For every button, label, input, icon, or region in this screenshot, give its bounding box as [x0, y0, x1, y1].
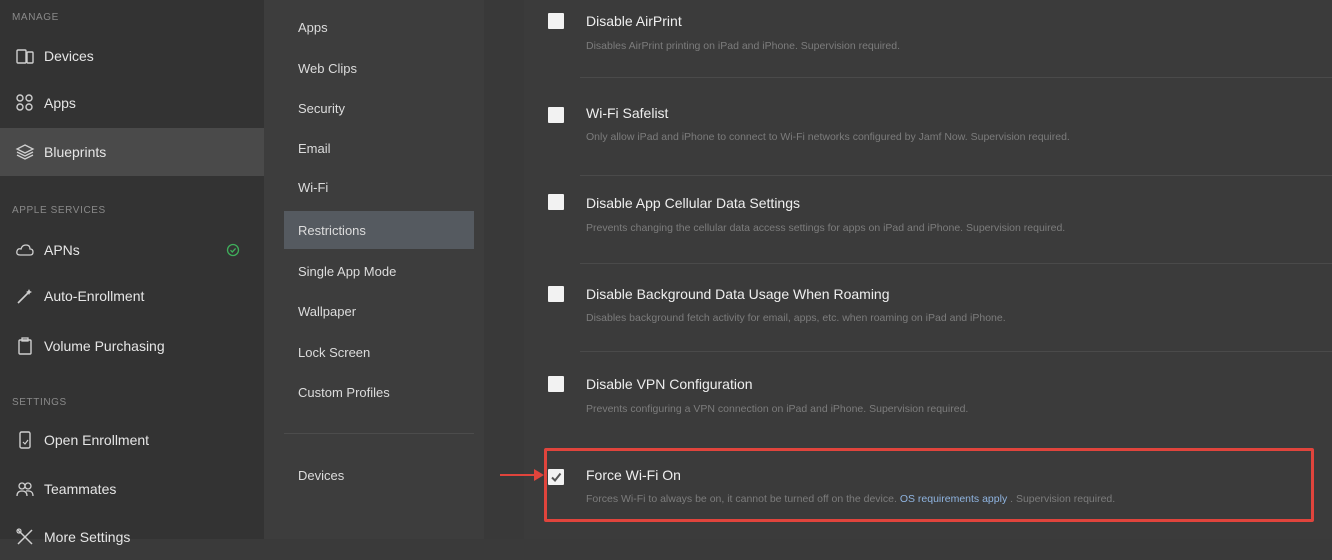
- sidebar-item-volume-purchasing[interactable]: Volume Purchasing: [0, 323, 264, 369]
- sidebar-item-label: Open Enrollment: [44, 432, 150, 448]
- content-gutter: [484, 0, 524, 539]
- phone-enroll-icon: [14, 429, 36, 451]
- sidebar-item-apps[interactable]: Apps: [0, 80, 264, 126]
- setting-title: Disable Background Data Usage When Roami…: [586, 286, 890, 302]
- section-label-settings: SETTINGS: [12, 397, 67, 408]
- subnav-item-wifi[interactable]: Wi-Fi: [284, 168, 474, 206]
- section-label-manage: MANAGE: [12, 12, 59, 23]
- subnav-item-wallpaper[interactable]: Wallpaper: [284, 292, 474, 330]
- subnav-item-custom-profiles[interactable]: Custom Profiles: [284, 373, 474, 411]
- devices-icon: [14, 45, 36, 67]
- checkbox[interactable]: [548, 376, 564, 392]
- subnav-item-web-clips[interactable]: Web Clips: [284, 49, 474, 87]
- sidebar-item-devices[interactable]: Devices: [0, 33, 264, 79]
- setting-title: Disable App Cellular Data Settings: [586, 195, 801, 211]
- sidebar-item-label: More Settings: [44, 529, 131, 545]
- sidebar-item-apns[interactable]: APNs: [0, 227, 264, 273]
- sidebar-item-teammates[interactable]: Teammates: [0, 466, 264, 512]
- magic-wand-icon: [14, 285, 36, 307]
- setting-row-disable-app-cellular: Disable App Cellular Data Settings Preve…: [524, 176, 1332, 264]
- subnav-item-apps[interactable]: Apps: [284, 8, 474, 46]
- setting-description: Prevents changing the cellular data acce…: [586, 222, 1066, 234]
- subnav-item-security[interactable]: Security: [284, 89, 474, 127]
- sidebar-item-label: Blueprints: [44, 144, 107, 160]
- layers-icon: [14, 141, 36, 163]
- tools-icon: [14, 526, 36, 548]
- main-sidebar: MANAGE Devices Apps Blueprints APPLE SER…: [0, 0, 264, 545]
- cloud-icon: [14, 239, 36, 261]
- sidebar-item-auto-enrollment[interactable]: Auto-Enrollment: [0, 273, 264, 319]
- checkbox[interactable]: [548, 194, 564, 210]
- section-label-apple-services: APPLE SERVICES: [12, 205, 106, 216]
- subnav-item-email[interactable]: Email: [284, 129, 474, 167]
- setting-description: Disables background fetch activity for e…: [586, 312, 1006, 324]
- sidebar-item-more-settings[interactable]: More Settings: [0, 514, 264, 560]
- setting-description: Prevents configuring a VPN connection on…: [586, 403, 969, 415]
- checkbox[interactable]: [548, 286, 564, 302]
- sidebar-item-open-enrollment[interactable]: Open Enrollment: [0, 417, 264, 463]
- subnav-item-lock-screen[interactable]: Lock Screen: [284, 333, 474, 371]
- setting-row-disable-background-data-roaming: Disable Background Data Usage When Roami…: [524, 264, 1332, 352]
- checkbox[interactable]: [548, 107, 564, 123]
- clipboard-icon: [14, 335, 36, 357]
- checkbox[interactable]: [548, 13, 564, 29]
- sidebar-item-label: Devices: [44, 48, 94, 64]
- setting-description: Only allow iPad and iPhone to connect to…: [586, 131, 1070, 143]
- sidebar-item-blueprints[interactable]: Blueprints: [0, 128, 264, 176]
- subnav-item-devices[interactable]: Devices: [284, 456, 474, 494]
- blueprint-subnav: Apps Web Clips Security Email Wi-Fi Rest…: [264, 0, 484, 539]
- subnav-item-restrictions[interactable]: Restrictions: [284, 211, 474, 249]
- setting-description: Disables AirPrint printing on iPad and i…: [586, 40, 901, 52]
- status-check-icon: [226, 243, 240, 257]
- sidebar-item-label: APNs: [44, 242, 80, 258]
- highlight-box: [544, 448, 1314, 522]
- red-arrow-icon: [500, 469, 544, 481]
- subnav-divider: [284, 433, 474, 434]
- sidebar-item-label: Apps: [44, 95, 76, 111]
- apps-grid-icon: [14, 92, 36, 114]
- subnav-item-single-app-mode[interactable]: Single App Mode: [284, 252, 474, 290]
- setting-title: Disable VPN Configuration: [586, 376, 753, 392]
- setting-row-disable-airprint: Disable AirPrint Disables AirPrint print…: [524, 0, 1332, 78]
- setting-title: Disable AirPrint: [586, 13, 682, 29]
- sidebar-item-label: Teammates: [44, 481, 117, 497]
- setting-row-disable-vpn-configuration: Disable VPN Configuration Prevents confi…: [524, 352, 1332, 438]
- setting-title: Wi-Fi Safelist: [586, 105, 669, 121]
- people-icon: [14, 478, 36, 500]
- sidebar-item-label: Volume Purchasing: [44, 338, 165, 354]
- setting-row-wifi-safelist: Wi-Fi Safelist Only allow iPad and iPhon…: [524, 78, 1332, 176]
- sidebar-item-label: Auto-Enrollment: [44, 288, 145, 304]
